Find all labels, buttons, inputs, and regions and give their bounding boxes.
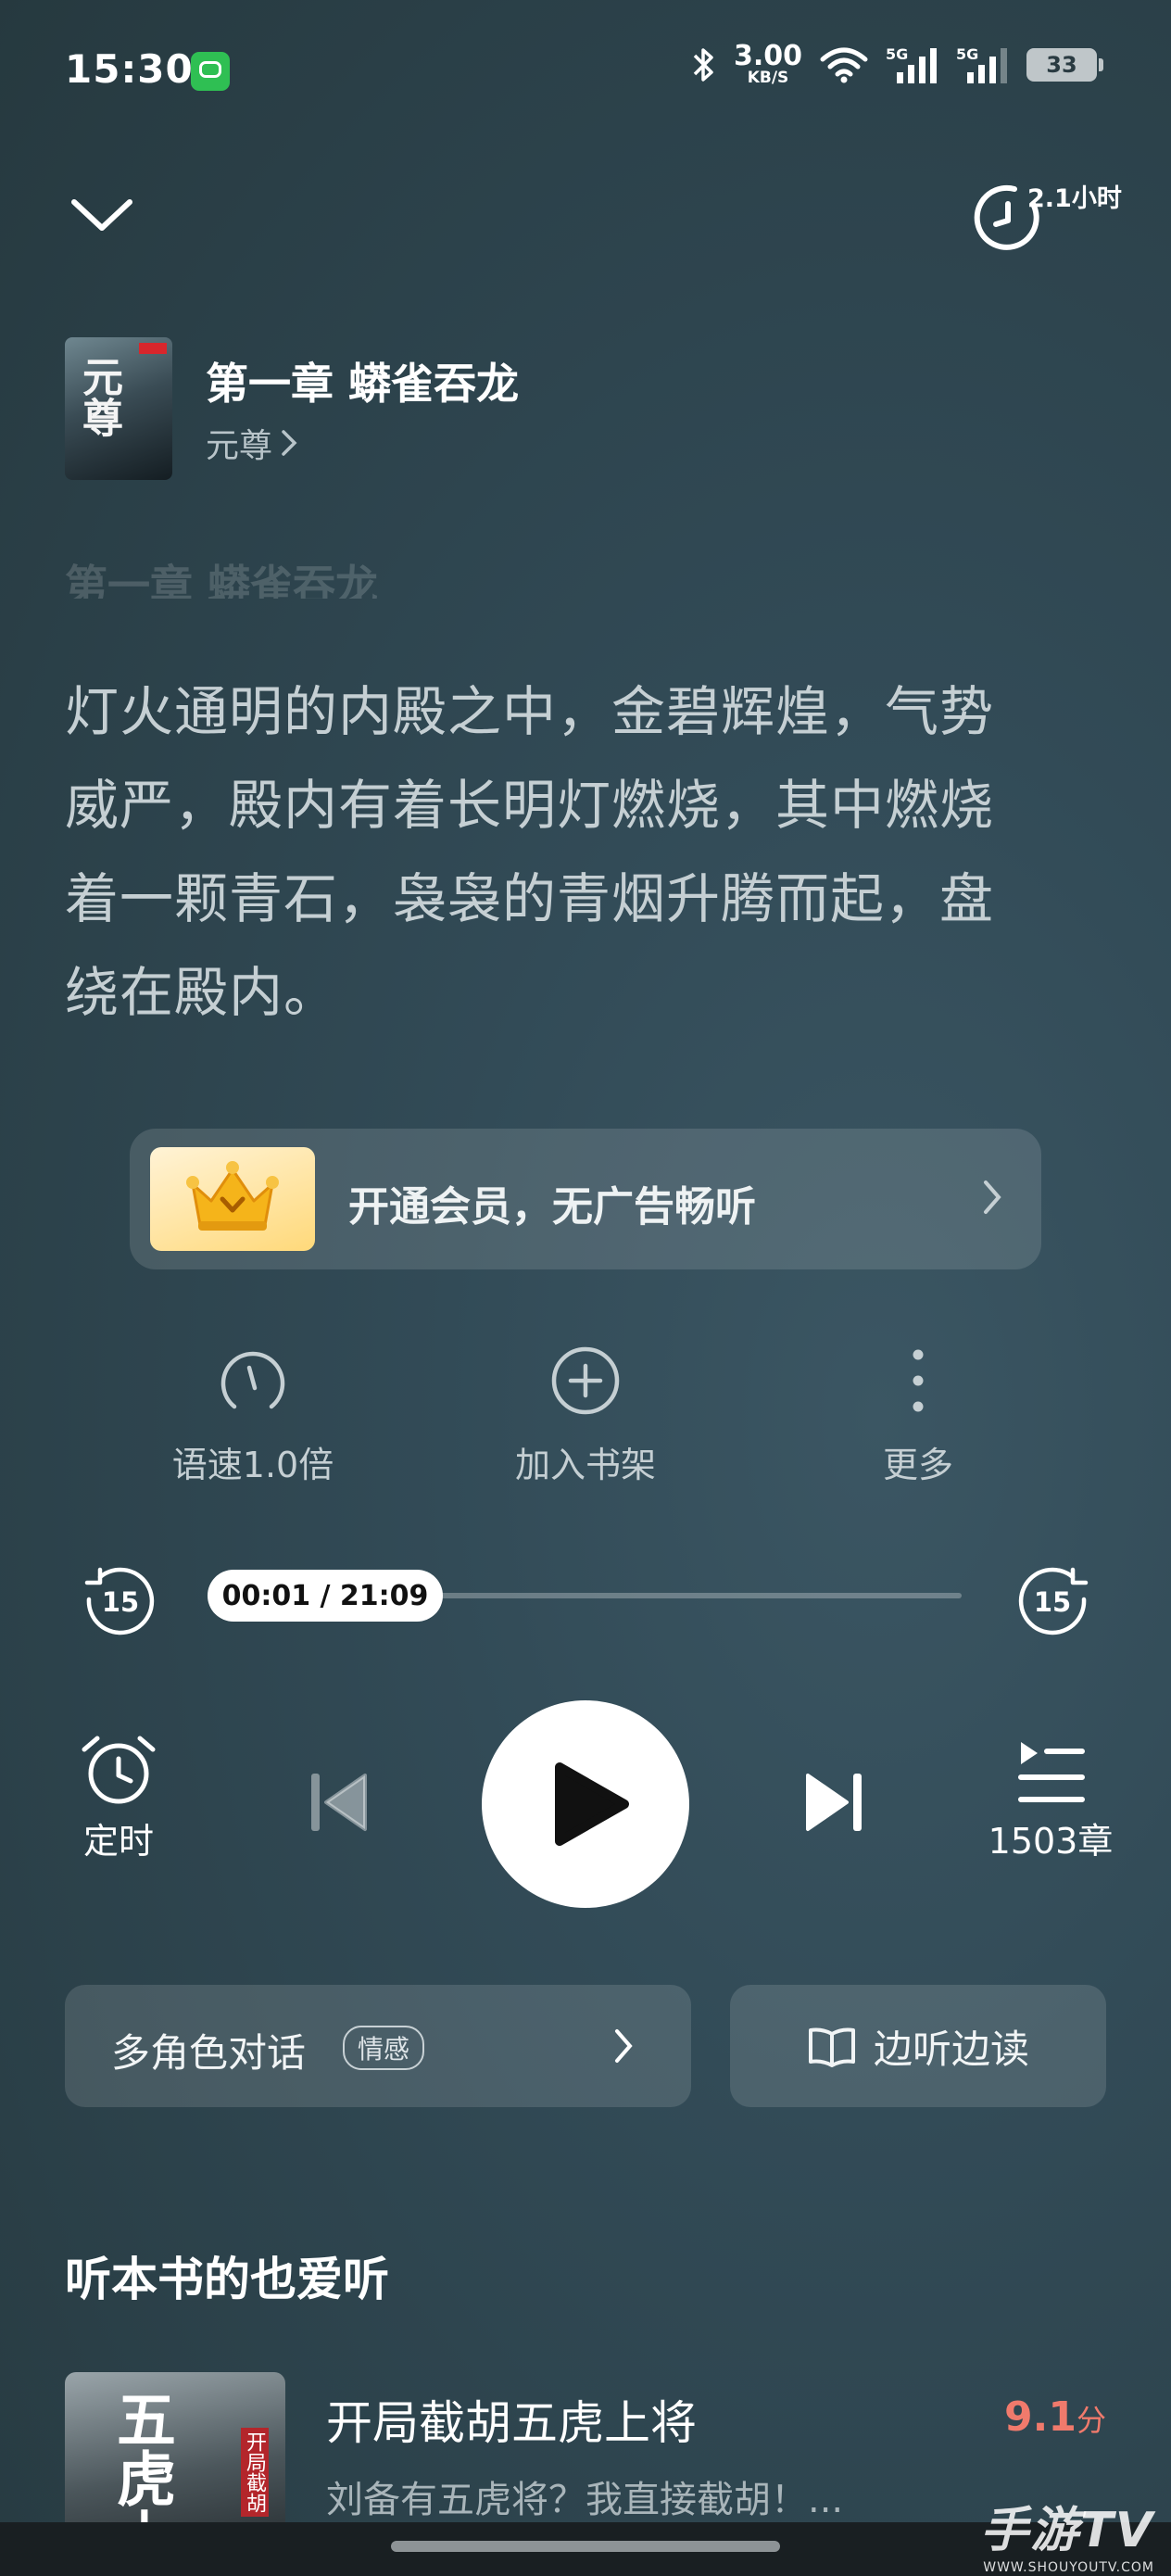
reading-text: 灯火通明的内殿之中，金碧辉煌，气势 威严，殿内有着长明灯燃烧，其中燃烧 着一颗青…	[65, 665, 1112, 1040]
rec-cover-tag: 开局截胡	[241, 2428, 269, 2517]
add-to-shelf-button[interactable]: 加入书架	[474, 1344, 697, 1487]
add-shelf-label: 加入书架	[514, 1445, 656, 1485]
book-cover-title: 元尊	[75, 356, 122, 437]
chapter-count: 1503章	[988, 1821, 1114, 1862]
signal-5g-icon: 5G	[956, 45, 1007, 83]
watermark: 手游TV WWW.SHOUYOUTV.COM	[980, 2491, 1154, 2575]
skip-previous-icon	[311, 1774, 367, 1831]
multi-role-dialog-button[interactable]: 多角色对话 情感	[65, 1985, 691, 2107]
sleep-timer-label: 2.1小时	[1027, 184, 1122, 213]
svg-text:5G: 5G	[886, 45, 908, 63]
chapter-title: 第一章 蟒雀吞龙	[206, 359, 520, 409]
listen-read-label: 边听边读	[873, 2026, 1029, 2072]
progress-thumb[interactable]: 00:01 / 21:09	[208, 1570, 443, 1622]
text-line: 威严，殿内有着长明灯燃烧，其中燃烧	[65, 774, 995, 837]
speed-label: 语速1.0倍	[171, 1445, 334, 1485]
svg-text:5G: 5G	[956, 45, 978, 63]
sleep-timer-button[interactable]: 2.1小时	[968, 176, 1126, 259]
battery-indicator: 33	[1026, 47, 1103, 82]
recommended-book-score: 9.1 分	[1004, 2393, 1106, 2441]
recommended-book-title[interactable]: 开局截胡五虎上将	[326, 2386, 697, 2453]
timer-button[interactable]: 定时	[72, 1733, 165, 1863]
score-value: 9.1	[1004, 2393, 1077, 2441]
multi-role-label: 多角色对话	[111, 2030, 307, 2076]
watermark-main: 手游TV	[980, 2503, 1154, 2558]
listen-read-button[interactable]: 边听边读	[730, 1985, 1106, 2107]
publisher-badge	[139, 343, 167, 354]
net-speed-value: 3.00	[733, 40, 802, 72]
watermark-sub: WWW.SHOUYOUTV.COM	[983, 2560, 1154, 2575]
play-icon	[555, 1762, 629, 1846]
speedometer-icon	[220, 1351, 285, 1409]
playlist-icon	[1018, 1742, 1085, 1802]
progress-time: 00:01 / 21:09	[221, 1579, 429, 1612]
chevron-down-icon	[71, 199, 132, 231]
speed-button[interactable]: 语速1.0倍	[142, 1344, 364, 1487]
recommendations-heading: 听本书的也爱听	[65, 2253, 389, 2306]
collapse-button[interactable]	[65, 176, 139, 250]
forward-seconds: 15	[1034, 1586, 1071, 1618]
score-unit: 分	[1076, 2403, 1106, 2438]
net-speed-unit: KB/S	[747, 69, 789, 87]
text-line: 灯火通明的内殿之中，金碧辉煌，气势	[65, 680, 995, 743]
status-time: 15:30	[65, 46, 194, 92]
wifi-icon	[820, 47, 868, 82]
timer-label: 定时	[82, 1821, 154, 1862]
rewind-icon: 15	[84, 1567, 155, 1635]
home-indicator[interactable]	[391, 2541, 780, 2552]
rewind-seconds: 15	[102, 1586, 139, 1618]
signal-5g-icon: 5G	[886, 45, 937, 83]
forward-15-button[interactable]: 15	[1015, 1562, 1093, 1640]
vip-banner-text: 开通会员，无广告畅听	[348, 1183, 756, 1231]
rewind-15-button[interactable]: 15	[80, 1562, 157, 1640]
more-label: 更多	[882, 1445, 953, 1485]
plus-circle-icon	[551, 1346, 620, 1415]
skip-next-icon	[806, 1774, 862, 1831]
book-link[interactable]: 元尊	[206, 419, 298, 467]
chevron-right-icon	[984, 1181, 1001, 1214]
open-book-icon	[808, 2027, 855, 2067]
book-name: 元尊	[206, 427, 273, 465]
more-button[interactable]: 更多	[807, 1344, 1029, 1487]
play-button[interactable]	[482, 1700, 689, 1908]
recommended-book-desc: 刘备有五虎将？我直接截胡！...	[326, 2479, 844, 2521]
message-icon	[191, 52, 230, 91]
emotion-tag: 情感	[343, 2026, 425, 2070]
net-speed: 3.00 KB/S	[734, 43, 802, 86]
previous-chapter-button[interactable]	[306, 1770, 371, 1838]
chapter-list-button[interactable]: 1503章	[986, 1733, 1115, 1863]
text-line: 绕在殿内。	[65, 961, 339, 1024]
chevron-right-icon	[282, 430, 297, 456]
alarm-clock-icon	[82, 1736, 156, 1804]
vip-banner[interactable]: 开通会员，无广告畅听	[130, 1129, 1041, 1269]
bluetooth-icon	[693, 47, 713, 82]
more-vertical-icon	[913, 1349, 924, 1412]
text-line: 着一颗青石，袅袅的青烟升腾而起，盘	[65, 867, 995, 930]
book-cover[interactable]: 元尊	[65, 337, 172, 480]
next-chapter-button[interactable]	[802, 1770, 867, 1838]
forward-icon: 15	[1018, 1567, 1089, 1635]
crown-icon	[150, 1147, 315, 1251]
chevron-right-icon	[615, 2029, 633, 2063]
status-icons: 3.00 KB/S 5G 5G 33	[689, 43, 1103, 86]
faded-chapter-title: 第一章 蟒雀吞龙	[65, 561, 379, 599]
